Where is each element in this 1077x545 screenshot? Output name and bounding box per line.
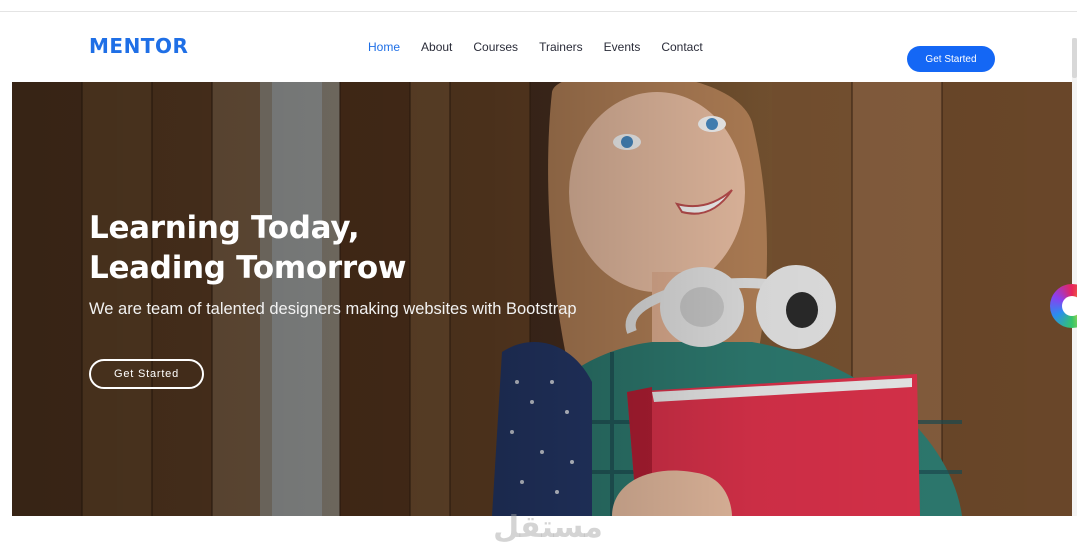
scrollbar-thumb[interactable] bbox=[1072, 38, 1077, 78]
main-nav: Home About Courses Trainers Events Conta… bbox=[368, 39, 724, 55]
hero-section: Learning Today, Leading Tomorrow We are … bbox=[12, 82, 1072, 516]
nav-item-about[interactable]: About bbox=[421, 39, 452, 55]
floating-widget-center bbox=[1062, 296, 1077, 316]
get-started-hero-button[interactable]: Get Started bbox=[89, 359, 204, 389]
nav-item-contact[interactable]: Contact bbox=[661, 39, 702, 55]
get-started-header-button[interactable]: Get Started bbox=[907, 46, 995, 72]
nav-item-home[interactable]: Home bbox=[368, 39, 400, 55]
watermark-logo: مستقل bbox=[493, 510, 603, 545]
hero-title-line-2: Leading Tomorrow bbox=[89, 250, 407, 286]
nav-item-events[interactable]: Events bbox=[604, 39, 641, 55]
hero-title-line-1: Learning Today, bbox=[89, 210, 360, 246]
scrollbar-track[interactable] bbox=[1072, 38, 1077, 516]
hero-title: Learning Today, Leading Tomorrow bbox=[89, 208, 609, 288]
logo[interactable]: MENTOR bbox=[89, 34, 188, 58]
page: MENTOR Home About Courses Trainers Event… bbox=[0, 0, 1077, 545]
hero-subtitle: We are team of talented designers making… bbox=[89, 300, 577, 318]
nav-item-courses[interactable]: Courses bbox=[473, 39, 518, 55]
nav-item-trainers[interactable]: Trainers bbox=[539, 39, 583, 55]
